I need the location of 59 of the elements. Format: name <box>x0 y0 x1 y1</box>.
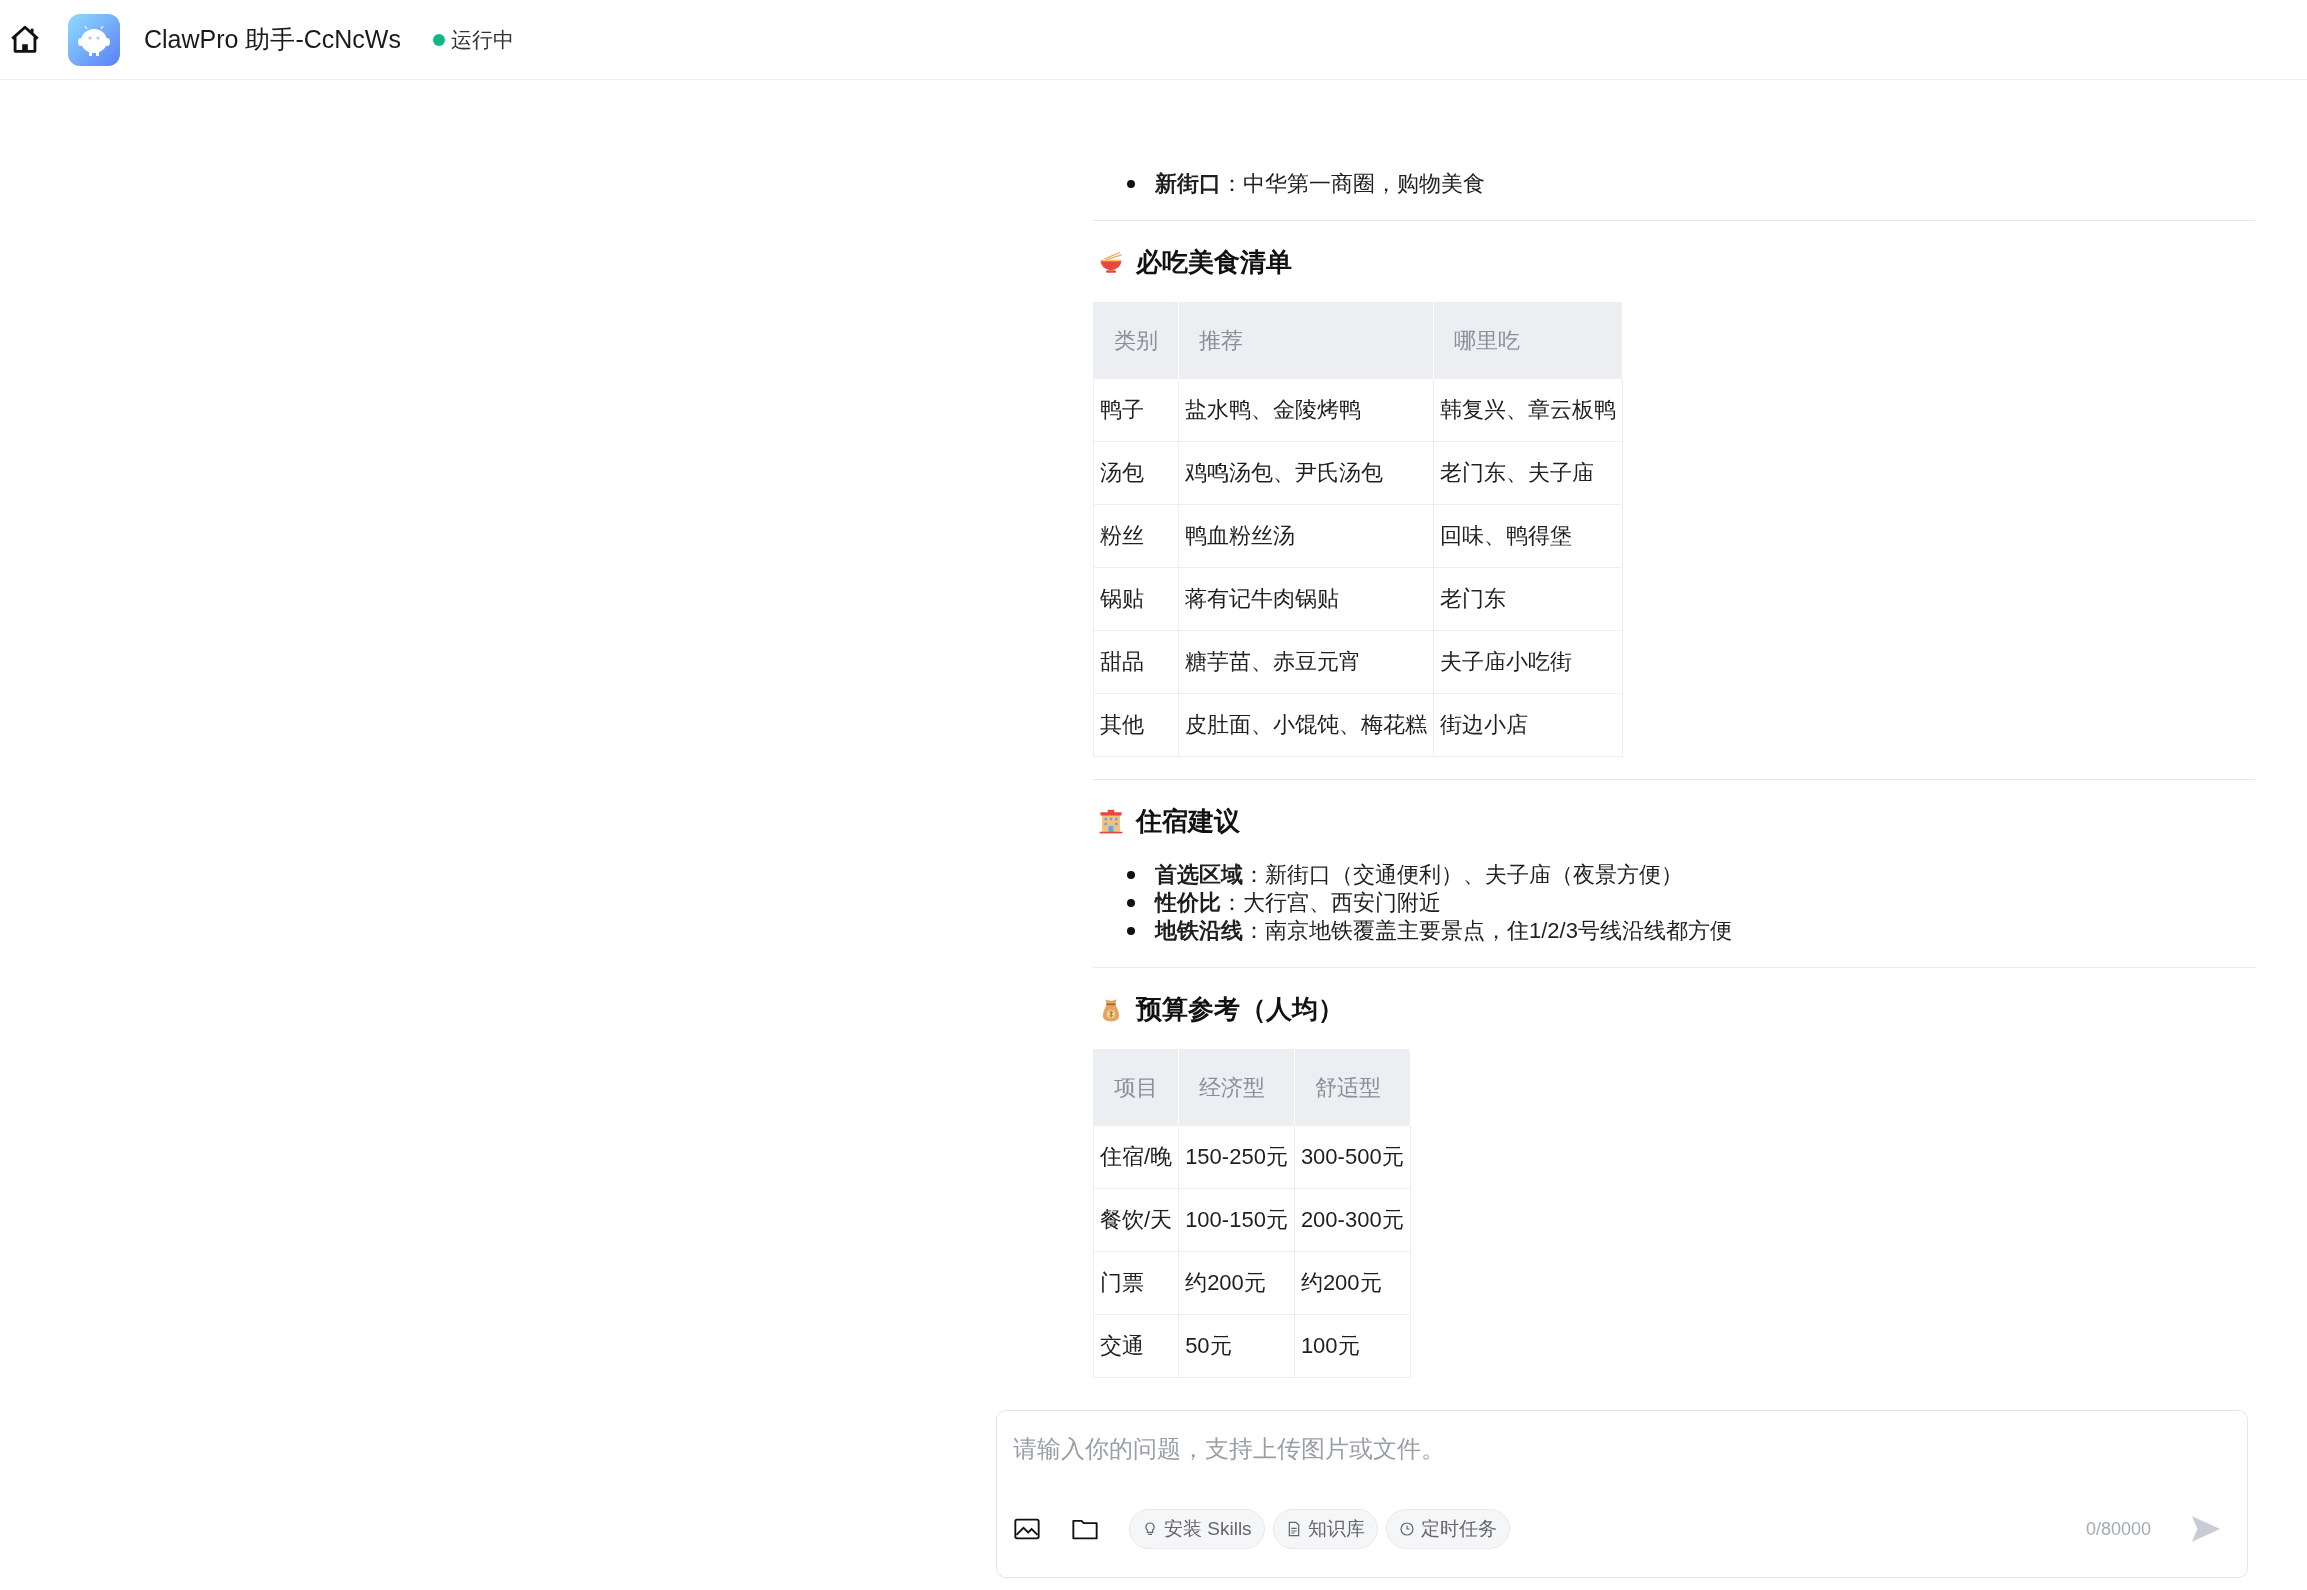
table-cell: 门票 <box>1093 1251 1179 1315</box>
table-cell: 200-300元 <box>1294 1188 1411 1252</box>
app-title: ClawPro 助手-CcNcWs <box>144 24 401 55</box>
section-heading: 住宿建议 <box>1136 805 1240 838</box>
table-cell: 蒋有记牛肉锅贴 <box>1178 567 1434 631</box>
column-header: 推荐 <box>1178 302 1434 379</box>
bullet-icon <box>1127 871 1135 879</box>
noodle-bowl-icon <box>1098 249 1124 276</box>
table-cell: 约200元 <box>1178 1251 1295 1315</box>
table-cell: 汤包 <box>1093 441 1179 505</box>
table-cell: 皮肚面、小馄饨、梅花糕 <box>1178 693 1434 757</box>
table-cell: 鸡鸣汤包、尹氏汤包 <box>1178 441 1434 505</box>
table-cell: 盐水鸭、金陵烤鸭 <box>1178 378 1434 442</box>
hotel-icon <box>1098 808 1124 835</box>
bullet-icon <box>1127 180 1135 188</box>
table-cell: 锅贴 <box>1093 567 1179 631</box>
table-cell: 住宿/晚 <box>1093 1125 1179 1189</box>
table-cell: 150-250元 <box>1178 1125 1295 1189</box>
lightbulb-icon <box>1142 1521 1158 1537</box>
column-header: 经济型 <box>1178 1049 1295 1126</box>
clock-icon <box>1398 1521 1415 1537</box>
table-cell: 鸭子 <box>1093 378 1179 442</box>
table-cell: 100-150元 <box>1178 1188 1295 1252</box>
tool-chip[interactable]: 知识库 <box>1272 1509 1378 1549</box>
table-cell: 街边小店 <box>1433 693 1623 757</box>
list-item-text: 性价比：大行宫、西安门附近 <box>1155 889 1441 917</box>
column-header: 项目 <box>1093 1049 1179 1126</box>
table-cell: 50元 <box>1178 1314 1295 1378</box>
list-item-text: 地铁沿线：南京地铁覆盖主要景点，住1/2/3号线沿线都方便 <box>1155 917 1732 945</box>
character-counter: 0/80000 <box>2085 1518 2151 1540</box>
table-cell: 鸭血粉丝汤 <box>1178 504 1434 568</box>
column-header: 哪里吃 <box>1433 302 1623 379</box>
table-cell: 约200元 <box>1294 1251 1411 1315</box>
table-cell: 回味、鸭得堡 <box>1433 504 1623 568</box>
column-header: 舒适型 <box>1294 1049 1411 1126</box>
table-cell: 韩复兴、章云板鸭 <box>1433 378 1623 442</box>
list-item-text: 首选区域：新街口（交通便利）、夫子庙（夜景方便） <box>1155 861 1683 889</box>
table-cell: 糖芋苗、赤豆元宵 <box>1178 630 1434 694</box>
app-logo-icon <box>68 13 120 66</box>
table-cell: 100元 <box>1294 1314 1411 1378</box>
table-cell: 粉丝 <box>1093 504 1179 568</box>
table-cell: 餐饮/天 <box>1093 1188 1179 1252</box>
status-dot-icon <box>432 33 445 46</box>
bullet-icon <box>1127 927 1135 935</box>
section-heading: 预算参考（人均） <box>1136 993 1344 1026</box>
table-cell: 夫子庙小吃街 <box>1433 630 1623 694</box>
section-heading: 必吃美食清单 <box>1136 246 1292 279</box>
bullet-icon <box>1127 899 1135 907</box>
table-cell: 其他 <box>1093 693 1179 757</box>
tool-chip[interactable]: 安装 Skills <box>1129 1509 1265 1549</box>
list-item-text: 新街口：中华第一商圈，购物美食 <box>1155 170 1485 198</box>
table-cell: 老门东 <box>1433 567 1623 631</box>
table-cell: 甜品 <box>1093 630 1179 694</box>
table-cell: 300-500元 <box>1294 1125 1411 1189</box>
tool-chip[interactable]: 定时任务 <box>1385 1509 1510 1549</box>
status-label: 运行中 <box>450 26 514 53</box>
column-header: 类别 <box>1093 302 1179 379</box>
table-cell: 交通 <box>1093 1314 1179 1378</box>
table-cell: 老门东、夫子庙 <box>1433 441 1623 505</box>
